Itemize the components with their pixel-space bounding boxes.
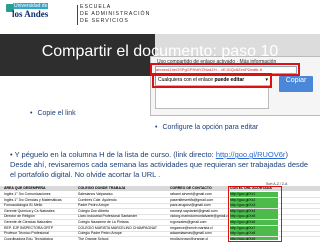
table-cell: Salesianos Valparaíso (78, 192, 113, 196)
table-cell: Fonoaudiología 51 Mello (4, 203, 43, 208)
bullet-set-option: • Configure la opción para editar (155, 124, 258, 131)
table-cell: Cumbres Cole. Ayulendo (78, 197, 117, 202)
header-divider (77, 5, 78, 25)
table-cell: pacs.arugonz@gmail.com (170, 203, 211, 208)
header-area: ÁREA QUE DESEMPEÑA (4, 186, 46, 190)
table-cell: Gerente Química y Cs Naturales (4, 208, 55, 213)
table-cell: rcgonzales@gmail.com (170, 220, 207, 224)
highlight-url-column (228, 186, 282, 242)
table-cell: Liceo Industrial Profesional Santander (78, 214, 138, 219)
table-cell: Director de Religión (4, 214, 35, 219)
table-cell: rabarni.sirvent@gmail.com (170, 192, 212, 196)
table-cell: Colegio Don Alberto (78, 208, 110, 213)
table-cell: Inglés 1° 3ro Ciencias y Matemáticas (4, 197, 62, 202)
table-cell: Colegio Padre Pedro Arrupe (78, 231, 122, 236)
instruction-paragraph: • Y péguelo en la columna H de la lista … (10, 150, 310, 180)
bullet-dot-icon: • (155, 124, 158, 131)
table-cell: victorg.marindurmontalvarte@gmail.com (170, 214, 228, 219)
table-cell: pasentitesertifa@gmail.com (170, 197, 214, 202)
table-cell: Profesor Técnico Profesional (4, 231, 49, 236)
school-line-3: DE SERVICIOS (80, 18, 129, 24)
table-cell: COLEGIO MARISTA MARCELINO CHAMPAGNAT (78, 225, 157, 230)
school-line-1: ESCUELA (80, 4, 112, 10)
course-list-link[interactable]: http://goo.gl/RUOV6r (216, 150, 286, 159)
school-line-2: DE ADMINISTRACIÓN (80, 11, 151, 17)
bullet-copy-link: • Copie el link (30, 110, 76, 117)
permission-options (155, 85, 269, 109)
slide-header: Universidad de los Andes ESCUELA DE ADMI… (0, 0, 320, 34)
bullet-set-option-text: Configure la opción para editar (162, 124, 259, 131)
table-cell: rosmeyi.saydaniel@gmail.com (170, 208, 218, 213)
logo-name: los Andes (12, 9, 49, 19)
page-title: Compartir el documento: paso 10 (41, 43, 279, 60)
header-correo: CORREO DE CONTACTO (170, 186, 212, 190)
highlight-permission-box (152, 73, 272, 88)
table-cell: Gerente de Ciencias Naturales (4, 220, 52, 224)
bullet-dot-icon: • (30, 110, 33, 117)
table-cell: rmgarece@smvb.marista.cl (170, 225, 213, 230)
header-colegio: COLEGIO DONDE TRABAJA (78, 186, 126, 190)
school-name: ESCUELA DE ADMINISTRACIÓN DE SERVICIOS (80, 4, 150, 25)
table-cell: adaamlaseras@gmail.com (170, 231, 212, 236)
paragraph-text-before: Y péguelo en la columna H de la lista de… (14, 150, 216, 159)
table-cell: Inglés 1° 3ro Comunicaciones (4, 192, 51, 196)
table-cell: Colegio Nazarene de La Pintana (78, 220, 129, 224)
bullet-copy-link-text: Copie el link (37, 110, 76, 117)
table-cell: REP. EJP INSPECTORA ORTP (4, 225, 54, 230)
table-cell: Padre Pedro Arrupe (78, 203, 109, 208)
copy-link-button[interactable]: Copiar (279, 76, 313, 92)
